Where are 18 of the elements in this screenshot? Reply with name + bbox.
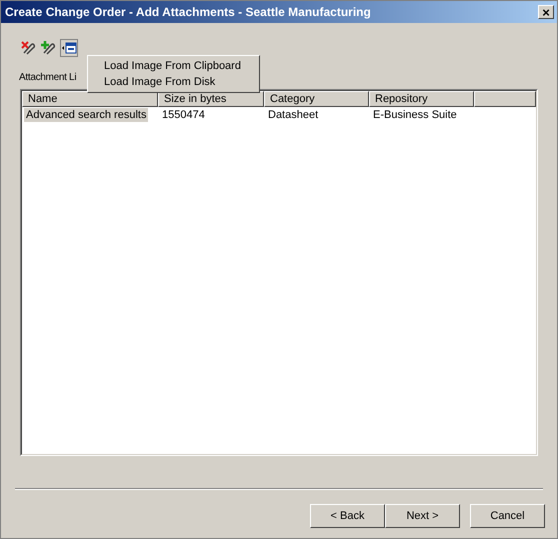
column-header[interactable]: Repository — [369, 91, 474, 107]
column-header[interactable]: Category — [264, 91, 369, 107]
menu-item[interactable]: Load Image From Disk — [88, 74, 259, 90]
wizard-button[interactable]: < Back — [310, 504, 385, 528]
table-cell: Advanced search results — [24, 108, 148, 122]
form-icon[interactable] — [60, 38, 78, 56]
wizard-button[interactable]: Next > — [385, 504, 460, 528]
table-cell-text: Datasheet — [267, 108, 320, 122]
paperclip-remove-icon[interactable] — [20, 40, 36, 56]
window-title: Create Change Order - Add Attachments - Seattle Manufacturing — [5, 4, 371, 21]
table-cell-text: E-Business Suite — [372, 108, 458, 122]
wizard-button[interactable]: Cancel — [470, 504, 545, 528]
menu-item[interactable]: Load Image From Clipboard — [88, 58, 259, 74]
close-button[interactable]: × — [538, 5, 554, 19]
attachment-list-label: Attachment Li — [19, 72, 76, 83]
paperclip-add-icon[interactable] — [40, 40, 56, 56]
table-cell-text: 1550474 — [161, 108, 206, 122]
column-header[interactable]: Name — [22, 91, 158, 107]
